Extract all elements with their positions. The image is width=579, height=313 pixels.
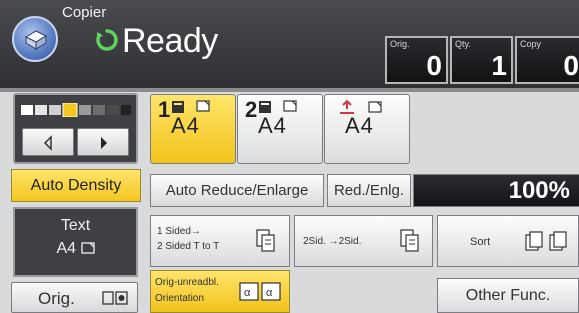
svg-text:α: α: [266, 287, 273, 299]
original-size-label: A4: [56, 240, 77, 257]
header-divider: [0, 88, 579, 92]
orig-counter-value: 0: [426, 50, 442, 81]
ratio-display: 100%: [413, 174, 579, 207]
qty-counter-value: 1: [491, 50, 507, 81]
copier-screen: Copier Ready Orig. 0 Qty. 1 Copy 0 Auto …: [0, 0, 579, 313]
tray-number: 2: [245, 97, 258, 122]
app-title: Copier: [62, 4, 107, 21]
duplex-icon: [256, 229, 275, 252]
orig-counter: Orig. 0: [385, 36, 448, 84]
copier-app-icon[interactable]: [12, 16, 58, 62]
orig-counter-label: Orig.: [390, 39, 410, 49]
density-panel: [13, 93, 138, 164]
left-arrow-icon: [43, 135, 52, 151]
auto-reduce-enlarge-button[interactable]: Auto Reduce/Enlarge: [150, 174, 324, 207]
orig-button-label: Orig.: [38, 289, 75, 308]
ratio-value: 100%: [508, 177, 570, 204]
tray-2-button[interactable]: 2 A4: [237, 94, 323, 164]
qty-counter-label: Qty.: [455, 39, 471, 49]
sort-label: Sort: [470, 236, 491, 248]
status-text: Ready: [122, 22, 218, 60]
orig-button[interactable]: Orig.: [11, 282, 138, 313]
tray-paper-size: A4: [171, 113, 200, 138]
combine-label: 2Sid. →2Sid.: [303, 236, 362, 247]
duplex-line2: 2 Sided T to T: [157, 241, 220, 252]
tray-number: 1: [158, 97, 171, 122]
right-arrow-icon: [101, 137, 107, 149]
two-sided-icon: [400, 229, 419, 252]
tray-paper-size: A4: [258, 113, 287, 138]
auto-density-button[interactable]: Auto Density: [11, 169, 141, 202]
bypass-tray-button[interactable]: A4: [324, 94, 410, 164]
header-bar: Copier Ready Orig. 0 Qty. 1 Copy 0: [0, 0, 579, 90]
orientation-line1: Orig-unreadbl.: [155, 277, 219, 288]
ready-status-icon: [94, 27, 120, 53]
duplex-button[interactable]: 1 Sided→ 2 Sided T to T: [150, 215, 290, 267]
copy-counter-label: Copy: [520, 39, 542, 49]
qty-counter: Qty. 1: [450, 36, 513, 84]
tray-paper-size: A4: [345, 113, 374, 138]
copy-counter-value: 0: [563, 50, 579, 81]
other-functions-button[interactable]: Other Func.: [437, 278, 579, 313]
copy-counter: Copy 0: [515, 36, 579, 84]
original-type-label: Text: [60, 217, 91, 234]
svg-text:α: α: [244, 287, 251, 299]
sort-button[interactable]: Sort: [437, 215, 579, 267]
density-lighter-button[interactable]: [22, 128, 74, 156]
paper-orientation-icon: [80, 242, 95, 254]
duplex-line1: 1 Sided→: [157, 226, 201, 237]
original-orientation-button[interactable]: Orig-unreadbl. Orientation α α: [150, 270, 290, 313]
original-type-button[interactable]: Text A4: [13, 207, 138, 277]
two-sided-combine-button[interactable]: 2Sid. →2Sid.: [294, 215, 433, 267]
density-scale-icon: [21, 102, 131, 118]
orientation-line2: Orientation: [155, 293, 204, 304]
sort-icon: [525, 231, 567, 251]
original-settings-icon: [102, 291, 128, 305]
orientation-icon: α α: [239, 282, 281, 301]
reduce-enlarge-button[interactable]: Red./Enlg.: [327, 174, 411, 207]
tray-1-button[interactable]: 1 A4: [150, 94, 236, 164]
density-darker-button[interactable]: [77, 128, 129, 156]
original-size-row: A4: [15, 240, 136, 258]
